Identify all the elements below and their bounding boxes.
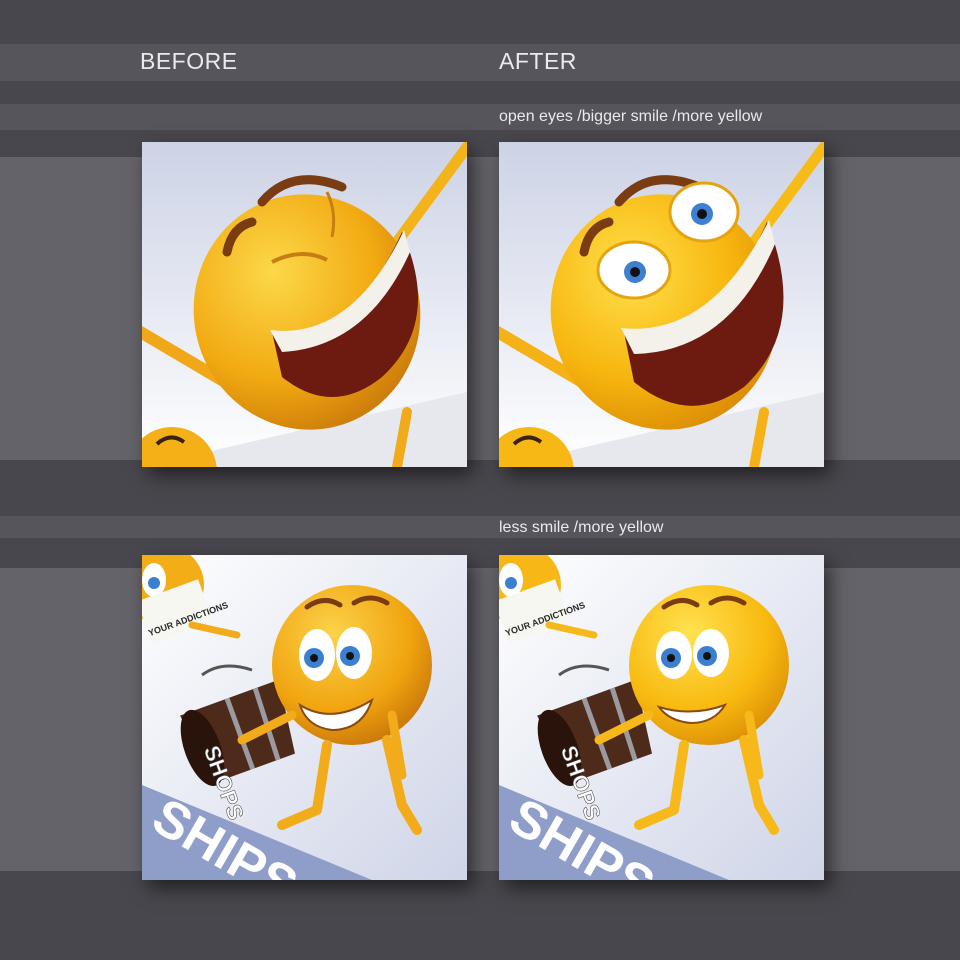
after-heading: AFTER — [499, 48, 577, 74]
before-heading: BEFORE — [140, 48, 238, 74]
before-image-bucket-emoji: SHIPS YOUR ADDICTIONS SHOPS — [142, 555, 467, 880]
row-1-caption: open eyes /bigger smile /more yellow — [499, 108, 763, 125]
background-band — [0, 516, 960, 538]
after-image-bucket-emoji: SHIPS YOUR ADDICTIONS SHOPS — [499, 555, 824, 880]
before-image-laughing-emoji — [142, 142, 467, 467]
row-2-caption: less smile /more yellow — [499, 519, 664, 536]
background-band — [0, 104, 960, 130]
after-image-laughing-emoji — [499, 142, 824, 467]
